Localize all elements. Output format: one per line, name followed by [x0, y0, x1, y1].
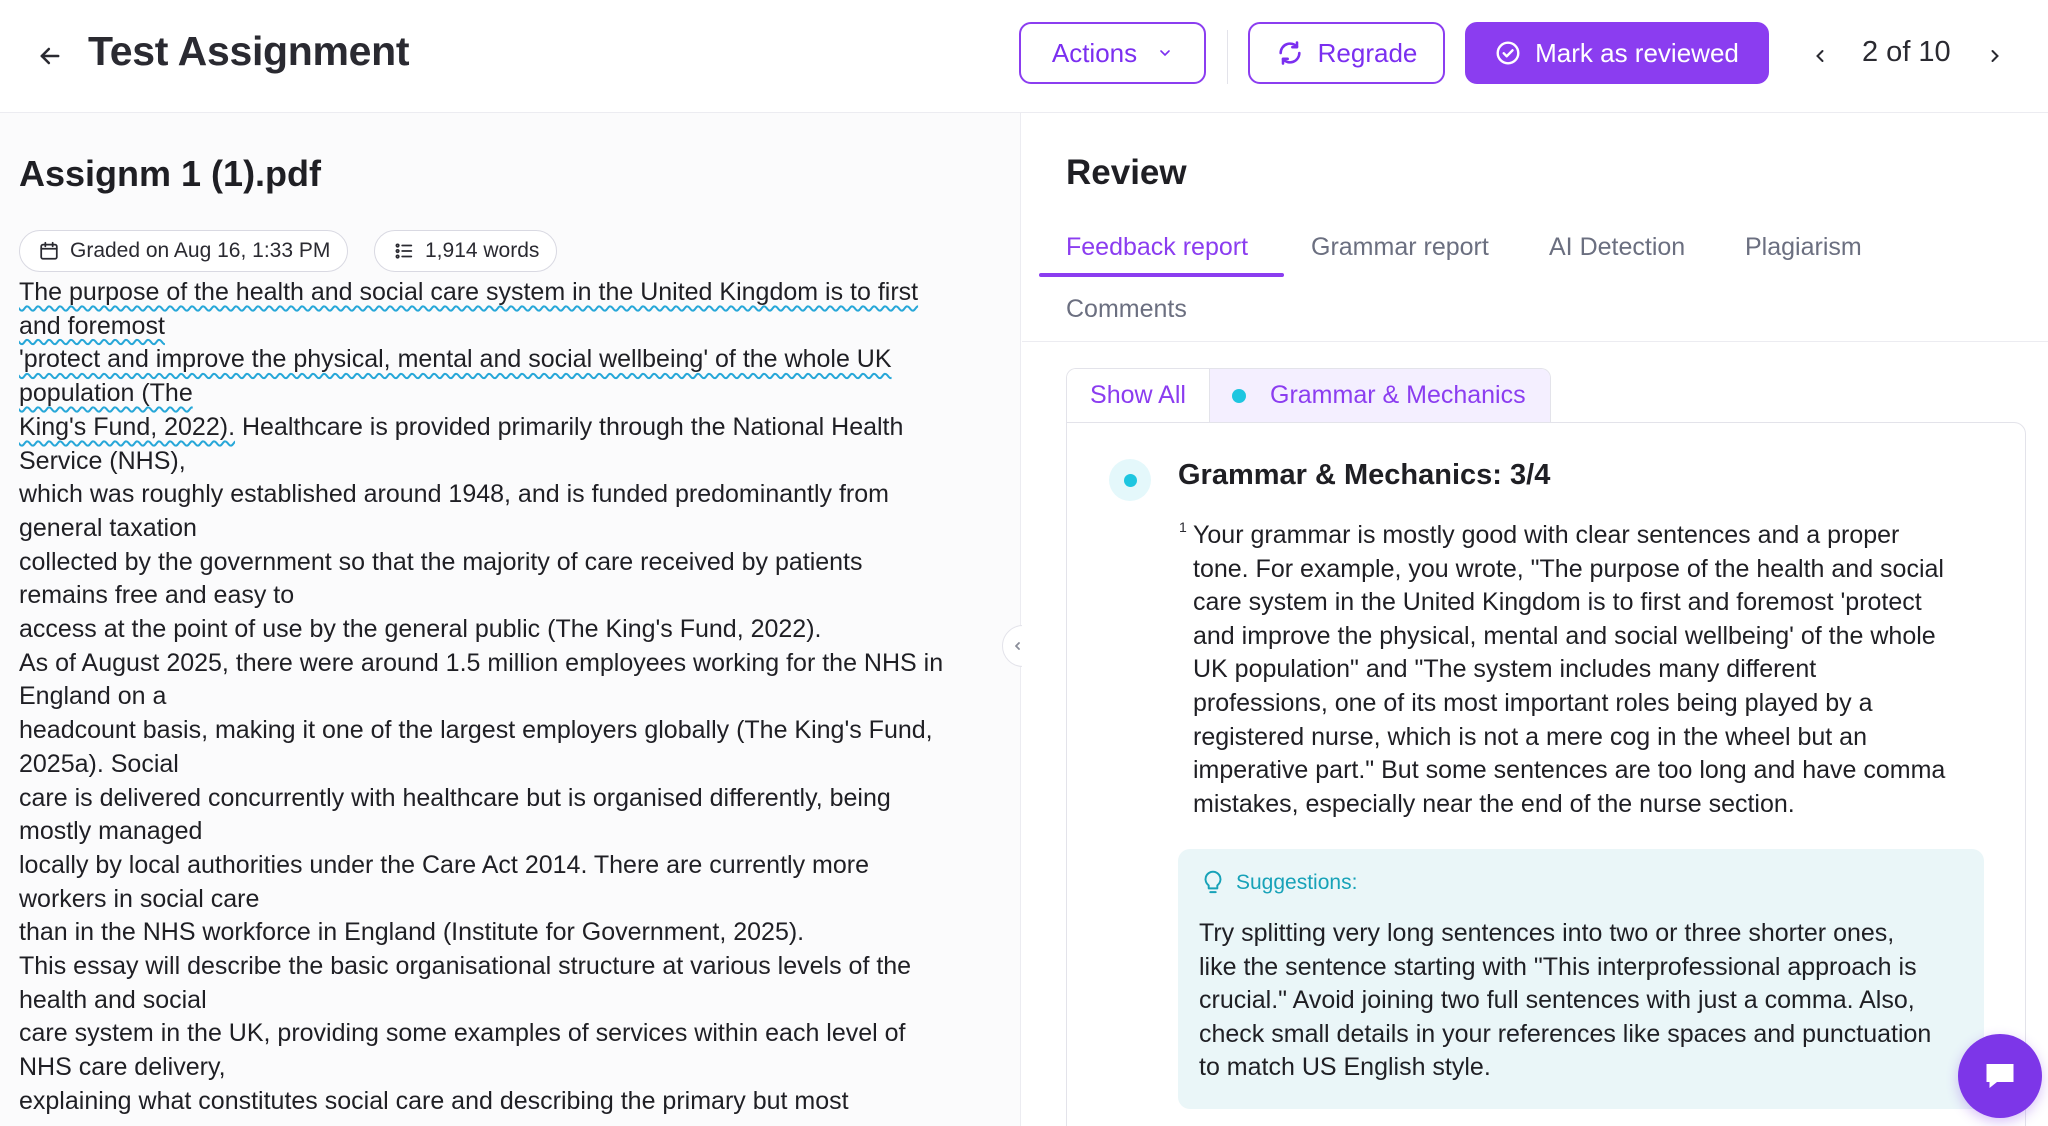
graded-date-badge: Graded on Aug 16, 1:33 PM — [19, 230, 349, 272]
feedback-line: registered nurse, which is not a mere co… — [1193, 722, 1867, 751]
tab-grammar-report[interactable]: Grammar report — [1311, 233, 1489, 262]
pager-indicator: 2 of 10 — [1862, 36, 1951, 68]
essay-text: The purpose of the health and social car… — [19, 276, 999, 1119]
check-circle-icon — [1496, 41, 1520, 65]
suggestions-header: Suggestions: — [1200, 869, 1357, 897]
back-button[interactable] — [30, 36, 70, 76]
essay-line: NHS care delivery, — [19, 1053, 226, 1082]
essay-line: health and social — [19, 985, 207, 1014]
list-icon — [395, 243, 413, 259]
feedback-line: professions, one of its most important r… — [1193, 688, 1873, 717]
feedback-card: Grammar & Mechanics: 3/4 1 Your grammar … — [1066, 422, 2026, 1126]
essay-line: As of August 2025, there were around 1.5… — [19, 648, 944, 677]
suggestions-box: Suggestions: Try splitting very long sen… — [1178, 849, 1984, 1109]
filter-grammar-mechanics[interactable]: Grammar & Mechanics — [1210, 369, 1550, 422]
essay-line: which was roughly established around 194… — [19, 480, 889, 509]
feedback-text: Your grammar is mostly good with clear s… — [1193, 519, 1993, 821]
suggestion-line: check small details in your references l… — [1199, 1019, 1932, 1048]
feedback-line: UK population" and "The system includes … — [1193, 655, 1817, 684]
feedback-line: care system in the United Kingdom is to … — [1193, 588, 1922, 617]
suggestion-line: crucial." Avoid joining two full sentenc… — [1199, 986, 1915, 1015]
document-pane: Assignm 1 (1).pdf Graded on Aug 16, 1:33… — [0, 113, 1021, 1126]
review-pane: Review Feedback report Grammar report AI… — [1022, 113, 2048, 1126]
graded-date-text: Graded on Aug 16, 1:33 PM — [70, 239, 331, 262]
essay-line: and foremost — [19, 311, 165, 340]
word-count-badge: 1,914 words — [374, 230, 558, 272]
active-tab-indicator — [1039, 273, 1284, 277]
tab-feedback-report[interactable]: Feedback report — [1066, 233, 1248, 262]
tab-comments[interactable]: Comments — [1066, 295, 1187, 324]
feedback-filter: Show All Grammar & Mechanics — [1066, 368, 1551, 422]
essay-line: general taxation — [19, 513, 197, 542]
regrade-button[interactable]: Regrade — [1248, 22, 1445, 84]
next-submission-button[interactable] — [1980, 36, 2010, 76]
essay-line: Service (NHS), — [19, 446, 186, 475]
suggestion-line: like the sentence starting with "This in… — [1199, 952, 1917, 981]
essay-line: headcount basis, making it one of the la… — [19, 716, 933, 745]
filter-grammar-label: Grammar & Mechanics — [1270, 381, 1526, 409]
filter-show-all[interactable]: Show All — [1067, 369, 1210, 422]
mark-reviewed-button[interactable]: Mark as reviewed — [1465, 22, 1769, 84]
suggestions-text: Try splitting very long sentences into t… — [1199, 917, 1969, 1085]
tabs-divider — [1022, 341, 2048, 342]
actions-label: Actions — [1051, 37, 1138, 68]
essay-line: This essay will describe the basic organ… — [19, 952, 912, 981]
essay-line: than in the NHS workforce in England (In… — [19, 918, 805, 947]
chevron-left-icon — [1816, 50, 1824, 62]
document-title: Assignm 1 (1).pdf — [19, 153, 322, 194]
essay-line: locally by local authorities under the C… — [19, 850, 869, 879]
essay-line: The purpose of the health and social car… — [19, 278, 919, 306]
suggestion-line: to match US English style. — [1199, 1053, 1491, 1082]
essay-line: 2025a). Social — [19, 749, 179, 778]
category-dot-icon — [1232, 388, 1246, 403]
review-heading: Review — [1066, 153, 1187, 192]
feedback-line: mistakes, especially near the end of the… — [1193, 789, 1795, 818]
chevron-down-icon — [1160, 50, 1170, 57]
essay-line: collected by the government so that the … — [19, 547, 863, 576]
tab-plagiarism[interactable]: Plagiarism — [1745, 233, 1862, 262]
feedback-line: and improve the physical, mental and soc… — [1193, 621, 1936, 650]
essay-line: remains free and easy to — [19, 581, 295, 610]
header-divider — [1227, 30, 1228, 84]
arrow-left-icon — [40, 47, 60, 65]
category-marker-icon — [1109, 459, 1151, 501]
essay-line: access at the point of use by the genera… — [19, 615, 822, 644]
essay-line: workers in social care — [19, 884, 260, 913]
top-bar: Test Assignment Actions Regrade Mark as … — [0, 0, 2048, 113]
essay-line: population (The — [19, 379, 193, 408]
essay-line: explaining what constitutes social care … — [19, 1086, 849, 1115]
suggestion-line: Try splitting very long sentences into t… — [1199, 919, 1895, 947]
essay-line: King's Fund, 2022). Healthcare is provid… — [19, 412, 904, 441]
lightbulb-icon — [1204, 870, 1222, 894]
essay-line: mostly managed — [19, 817, 203, 846]
tab-ai-detection[interactable]: AI Detection — [1549, 233, 1685, 262]
feedback-line: imperative part." But some sentences are… — [1193, 756, 1946, 785]
mark-reviewed-label: Mark as reviewed — [1535, 37, 1739, 68]
essay-line: care is delivered concurrently with heal… — [19, 783, 891, 812]
page-title: Test Assignment — [88, 28, 410, 74]
calendar-icon — [40, 241, 58, 260]
previous-submission-button[interactable] — [1805, 36, 1835, 76]
regrade-label: Regrade — [1317, 37, 1418, 68]
refresh-icon — [1279, 41, 1301, 65]
word-count-text: 1,914 words — [425, 239, 540, 262]
essay-line: England on a — [19, 682, 167, 711]
essay-line: care system in the UK, providing some ex… — [19, 1019, 906, 1048]
footnote-number: 1 — [1179, 519, 1187, 535]
chat-icon — [1986, 1064, 2014, 1088]
suggestions-label: Suggestions: — [1236, 871, 1358, 894]
chevron-right-icon — [1991, 50, 1999, 62]
feedback-line: Your grammar is mostly good with clear s… — [1193, 521, 1900, 549]
actions-dropdown-button[interactable]: Actions — [1019, 22, 1206, 84]
feedback-line: tone. For example, you wrote, "The purpo… — [1193, 554, 1944, 583]
essay-line: 'protect and improve the physical, menta… — [19, 345, 892, 374]
chat-support-button[interactable] — [1958, 1034, 2042, 1118]
card-title: Grammar & Mechanics: 3/4 — [1178, 459, 1551, 491]
